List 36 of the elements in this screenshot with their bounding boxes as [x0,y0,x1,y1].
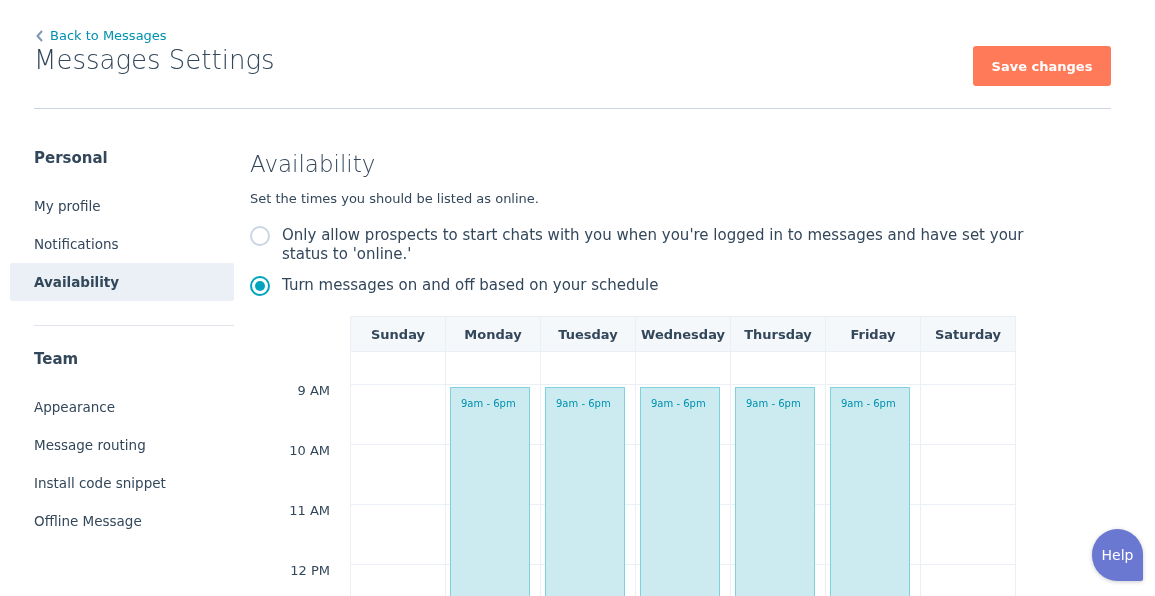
sidebar-item[interactable]: Appearance [10,388,234,426]
day-header: Friday [826,316,920,352]
chevron-left-icon [36,29,44,42]
save-button[interactable]: Save changes [973,46,1111,86]
page-title: Messages Settings [34,45,275,75]
day-header: Saturday [921,316,1015,352]
time-label: 12 PM [290,563,330,578]
day-header: Sunday [351,316,445,352]
time-label: 9 AM [297,383,330,398]
sidebar-item[interactable]: Availability [10,263,234,301]
radio-button[interactable] [250,226,270,246]
option-label: Only allow prospects to start chats with you when you're logged in to messages and have set your status to 'online.' [282,226,1025,264]
radio-button[interactable] [250,276,270,296]
schedule-block[interactable]: 9am - 6pm [545,387,625,596]
schedule-block[interactable]: 9am - 6pm [735,387,815,596]
schedule-block[interactable]: 9am - 6pm [450,387,530,596]
sidebar-item[interactable]: Offline Message [10,502,234,540]
time-label: 10 AM [289,443,330,458]
sidebar-item[interactable]: Install code snippet [10,464,234,502]
day-header: Wednesday [636,316,730,352]
sidebar-heading: Team [33,350,80,370]
sidebar-item[interactable]: Message routing [10,426,234,464]
sidebar-item[interactable]: My profile [10,187,234,225]
day-header: Tuesday [541,316,635,352]
option-label: Turn messages on and off based on your schedule [282,276,659,295]
sidebar-item[interactable]: Notifications [10,225,234,263]
day-header: Monday [446,316,540,352]
section-description: Set the times you should be listed as online. [250,191,540,206]
day-header: Thursday [731,316,825,352]
schedule-block[interactable]: 9am - 6pm [640,387,720,596]
help-button[interactable]: Help [1092,529,1143,581]
back-link[interactable]: Back to Messages [36,28,275,43]
section-title: Availability [250,151,377,177]
schedule-block[interactable]: 9am - 6pm [830,387,910,596]
time-label: 11 AM [289,503,330,518]
sidebar-heading: Personal [33,149,109,169]
